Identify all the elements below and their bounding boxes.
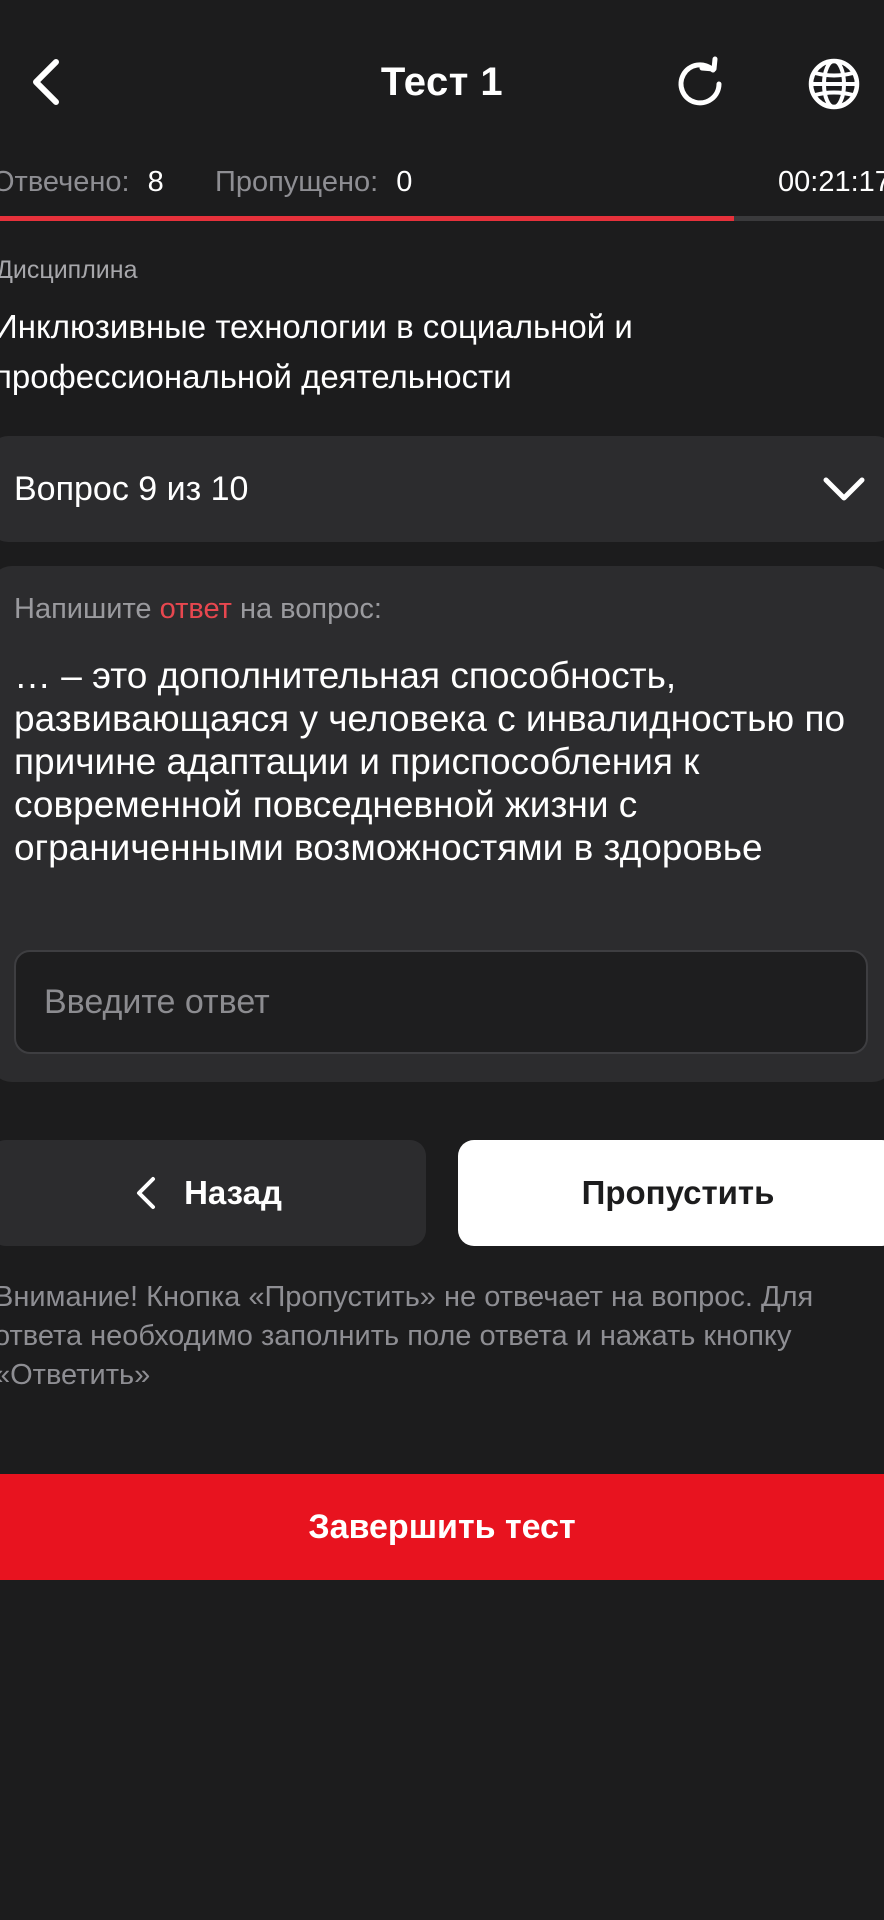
- progress-fill: [0, 216, 734, 221]
- skip-notice: Внимание! Кнопка «Пропустить» не отвечае…: [0, 1281, 814, 1391]
- answered-label: Отвечено:: [0, 166, 130, 198]
- timer: 00:21:17: [778, 166, 884, 198]
- answer-input[interactable]: [14, 950, 868, 1054]
- page-title: Тест 1: [380, 60, 504, 104]
- globe-icon: [808, 58, 860, 110]
- language-button[interactable]: [802, 52, 866, 116]
- reload-icon: [678, 56, 722, 106]
- prompt-text: Напишите: [14, 593, 160, 625]
- answered-status: Отвечено: 8: [0, 160, 164, 204]
- skip-label: Пропустить: [581, 1174, 775, 1211]
- skipped-status: Пропущено: 0: [215, 160, 412, 204]
- prompt-accent: ответ: [159, 593, 232, 625]
- back-nav-button[interactable]: Назад: [0, 1140, 426, 1246]
- prompt-text-end: на вопрос:: [231, 593, 382, 625]
- reload-button[interactable]: [668, 52, 732, 116]
- discipline-label: Дисциплина: [0, 256, 138, 284]
- back-nav-label: Назад: [184, 1174, 282, 1211]
- chevron-down-icon[interactable]: [820, 466, 868, 514]
- discipline-name: Инклюзивные технологии в социальной и пр…: [0, 308, 633, 395]
- question-prompt: Напишите ответ на вопрос:: [14, 588, 382, 630]
- finish-test-label: Завершить тест: [308, 1507, 576, 1546]
- question-number: Вопрос 9 из 10: [14, 470, 249, 508]
- question-text: … – это дополнительная способность, разв…: [14, 655, 846, 868]
- progress-bar: [0, 216, 884, 221]
- chevron-left-icon: [137, 1177, 156, 1209]
- finish-test-button[interactable]: Завершить тест: [0, 1474, 884, 1580]
- answered-count: 8: [147, 166, 164, 198]
- skipped-label: Пропущено:: [215, 166, 379, 198]
- skip-button[interactable]: Пропустить: [458, 1140, 884, 1246]
- skipped-count: 0: [396, 166, 413, 198]
